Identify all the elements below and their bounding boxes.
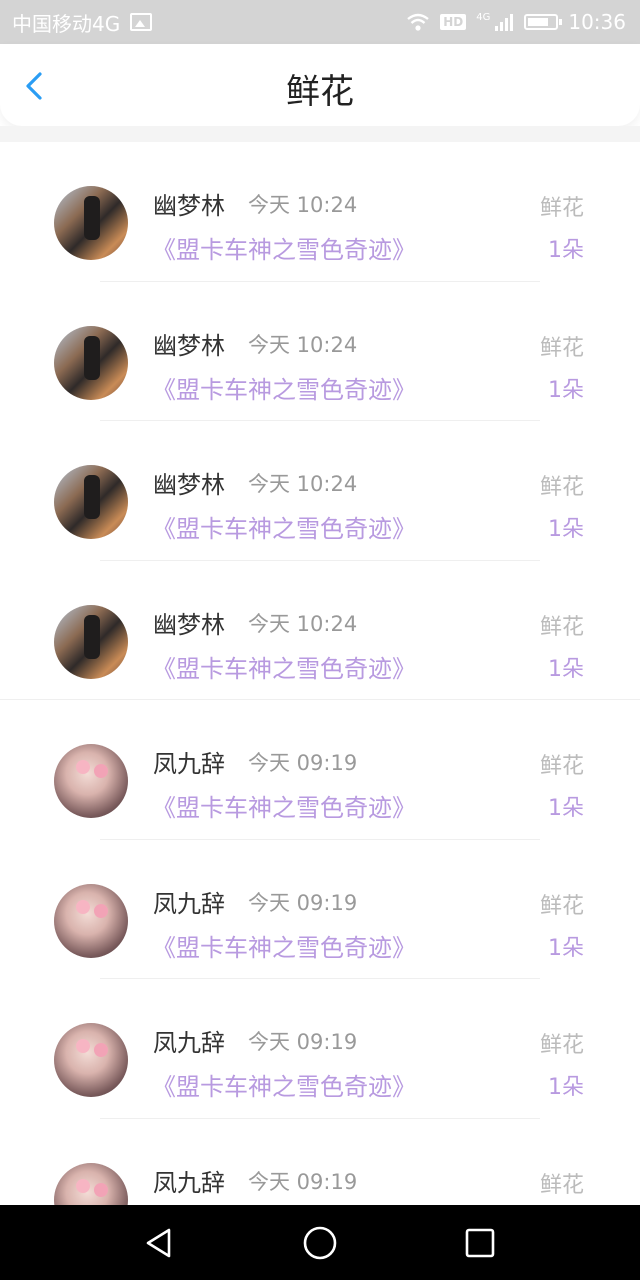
list-item[interactable]: 幽梦林 今天 10:24 《盟卡车神之雪色奇迹》 鲜花 1朵 — [0, 282, 640, 421]
square-recents-icon — [465, 1228, 495, 1258]
send-time: 今天 10:24 — [248, 472, 358, 496]
list-item[interactable]: 凤九辞 今天 09:19 《盟卡车神之雪色奇迹》 鲜花 1朵 — [0, 979, 640, 1119]
book-title-link[interactable]: 《盟卡车神之雪色奇迹》 — [152, 1067, 416, 1102]
avatar[interactable] — [54, 465, 128, 539]
gift-type: 鲜花 — [539, 614, 584, 640]
sender-name: 凤九辞 — [153, 1168, 225, 1197]
book-title-link[interactable]: 《盟卡车神之雪色奇迹》 — [152, 928, 416, 963]
avatar[interactable] — [54, 744, 128, 818]
book-title-link[interactable]: 《盟卡车神之雪色奇迹》 — [152, 509, 416, 544]
system-navigation-bar — [0, 1205, 640, 1280]
gift-record-list: 幽梦林 今天 10:24 《盟卡车神之雪色奇迹》 鲜花 1朵 幽梦林 今天 10… — [0, 142, 640, 1258]
gift-count: 1朵 — [548, 656, 584, 682]
gift-count: 1朵 — [548, 238, 584, 263]
header: 鲜花 — [0, 44, 640, 126]
book-title-link[interactable]: 《盟卡车神之雪色奇迹》 — [152, 788, 416, 823]
sender-name: 凤九辞 — [153, 750, 225, 778]
send-time: 今天 09:19 — [248, 1030, 358, 1054]
nav-back-button[interactable] — [142, 1225, 178, 1261]
avatar[interactable] — [54, 604, 128, 679]
clock: 10:36 — [568, 10, 626, 34]
gift-count: 1朵 — [548, 377, 584, 403]
battery-icon — [524, 14, 563, 30]
sender-name: 凤九辞 — [153, 1029, 225, 1057]
gift-type: 鲜花 — [539, 335, 584, 361]
gift-type: 鲜花 — [539, 893, 584, 919]
list-item[interactable]: 幽梦林 今天 10:24 《盟卡车神之雪色奇迹》 鲜花 1朵 — [0, 142, 640, 282]
carrier-label: 中国移动4G — [12, 11, 121, 36]
send-time: 今天 10:24 — [248, 193, 358, 217]
gift-type: 鲜花 — [539, 1033, 584, 1058]
list-item[interactable]: 凤九辞 今天 09:19 《盟卡车神之雪色奇迹》 鲜花 1朵 — [0, 840, 640, 979]
avatar[interactable] — [54, 186, 128, 260]
gift-type: 鲜花 — [539, 1172, 584, 1198]
signal-icon — [495, 14, 514, 31]
header-gap — [0, 126, 640, 142]
send-time: 今天 09:19 — [248, 1169, 358, 1194]
image-icon — [130, 13, 153, 31]
book-title-link[interactable]: 《盟卡车神之雪色奇迹》 — [152, 649, 416, 684]
avatar[interactable] — [54, 1023, 128, 1097]
network-type: 4G — [476, 11, 491, 23]
gift-type: 鲜花 — [539, 754, 584, 779]
gift-count: 1朵 — [548, 796, 584, 821]
list-item[interactable]: 幽梦林 今天 10:24 《盟卡车神之雪色奇迹》 鲜花 1朵 — [0, 561, 640, 700]
book-title-link[interactable]: 《盟卡车神之雪色奇迹》 — [152, 230, 416, 265]
nav-home-button[interactable] — [302, 1225, 338, 1261]
list-item[interactable]: 凤九辞 今天 09:19 《盟卡车神之雪色奇迹》 鲜花 1朵 — [0, 700, 640, 840]
page-title: 鲜花 — [286, 72, 354, 112]
sender-name: 幽梦林 — [153, 192, 225, 220]
list-item[interactable]: 幽梦林 今天 10:24 《盟卡车神之雪色奇迹》 鲜花 1朵 — [0, 421, 640, 561]
circle-home-icon — [303, 1226, 337, 1260]
gift-type: 鲜花 — [539, 196, 584, 221]
send-time: 今天 09:19 — [248, 890, 358, 915]
book-title-link[interactable]: 《盟卡车神之雪色奇迹》 — [152, 370, 416, 405]
sender-name: 幽梦林 — [153, 471, 225, 499]
nav-recents-button[interactable] — [462, 1225, 498, 1261]
avatar[interactable] — [54, 325, 128, 400]
sender-name: 凤九辞 — [153, 889, 225, 918]
avatar[interactable] — [54, 883, 128, 958]
sender-name: 幽梦林 — [153, 610, 225, 639]
gift-type: 鲜花 — [539, 475, 584, 500]
gift-count: 1朵 — [548, 1075, 584, 1100]
send-time: 今天 10:24 — [248, 611, 358, 636]
sender-name: 幽梦林 — [153, 331, 225, 360]
triangle-back-icon — [146, 1228, 171, 1258]
wifi-icon — [407, 13, 429, 31]
send-time: 今天 10:24 — [248, 332, 358, 357]
status-bar: 中国移动4G HD 4G 10:36 — [0, 0, 640, 44]
send-time: 今天 09:19 — [248, 751, 358, 775]
gift-count: 1朵 — [548, 517, 584, 542]
gift-count: 1朵 — [548, 935, 584, 961]
hd-badge: HD — [440, 14, 467, 30]
